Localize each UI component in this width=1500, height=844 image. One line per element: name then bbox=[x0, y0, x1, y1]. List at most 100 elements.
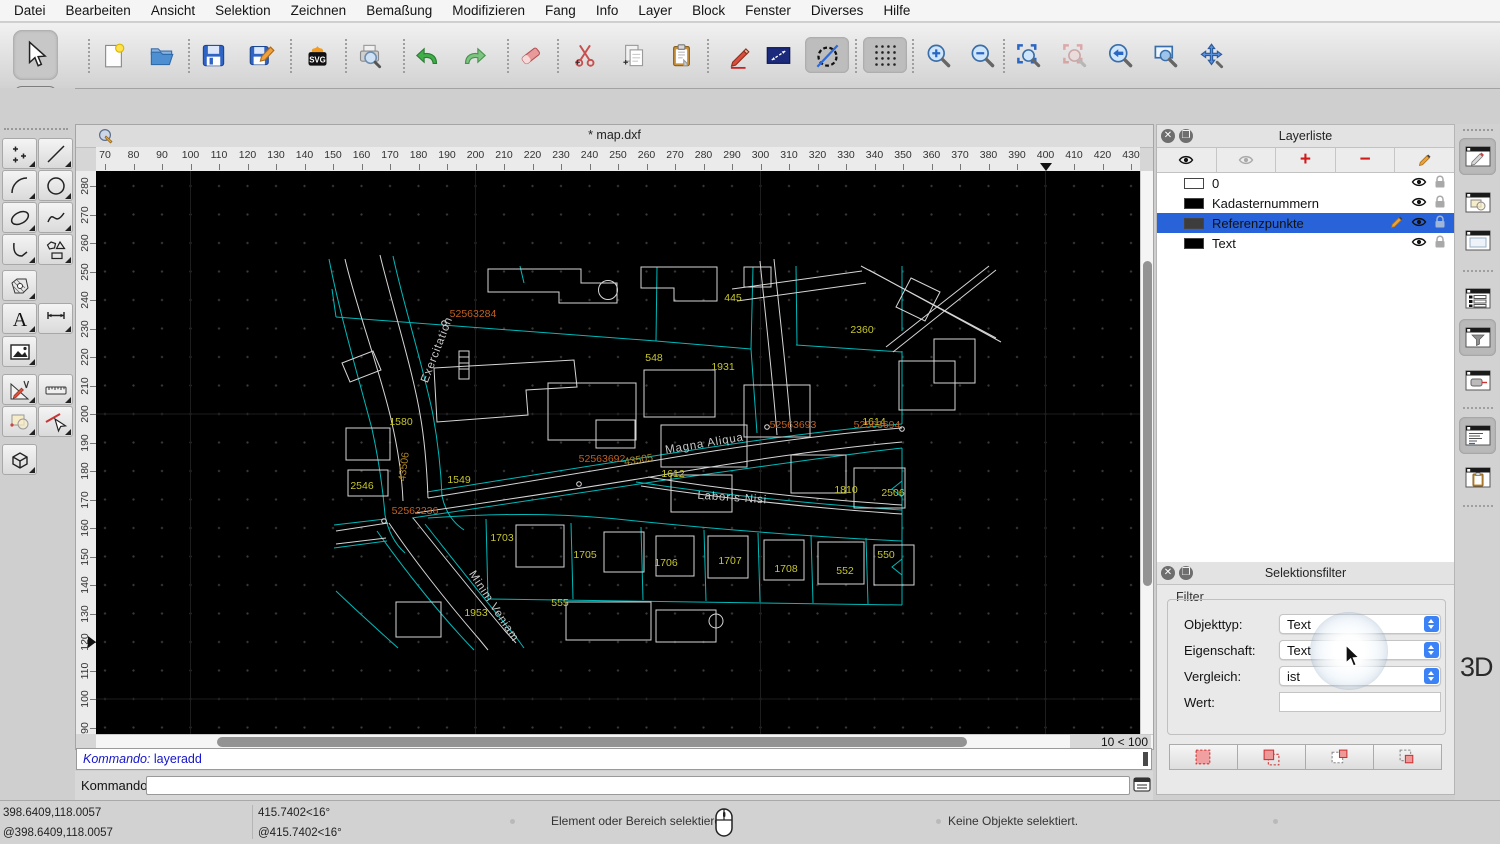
print-preview-button[interactable] bbox=[352, 37, 386, 73]
remove-layer-button[interactable]: − bbox=[1336, 148, 1396, 172]
block-tools-button[interactable] bbox=[2, 406, 37, 437]
hscroll-thumb[interactable] bbox=[217, 737, 967, 747]
menu-fenster[interactable]: Fenster bbox=[735, 3, 801, 18]
svg-export-button[interactable]: SVG bbox=[300, 37, 334, 73]
undo-button[interactable] bbox=[410, 37, 444, 73]
hide-all-layers-button[interactable] bbox=[1217, 148, 1277, 172]
insert-image-button[interactable] bbox=[2, 336, 37, 367]
canvas-vertical-scrollbar[interactable] bbox=[1140, 171, 1153, 734]
dock-library-browser-button[interactable] bbox=[1459, 222, 1496, 259]
layer-edit-pencil-icon[interactable] bbox=[1390, 215, 1404, 232]
dock-cam-tools-button[interactable] bbox=[1459, 362, 1496, 399]
draw-polyline-button[interactable] bbox=[2, 234, 37, 265]
canvas-horizontal-scrollbar[interactable]: 10 < 100 bbox=[96, 734, 1153, 750]
menu-modifizieren[interactable]: Modifizieren bbox=[442, 3, 535, 18]
cut-button[interactable] bbox=[568, 37, 602, 73]
layer-lock-icon[interactable] bbox=[1434, 215, 1446, 232]
grid-toggle-button[interactable] bbox=[863, 37, 907, 73]
select-tools-button[interactable] bbox=[38, 406, 73, 437]
stepper-icon[interactable] bbox=[1424, 668, 1439, 684]
save-as-button[interactable] bbox=[244, 37, 278, 73]
remove-from-selection-button[interactable] bbox=[1305, 744, 1374, 770]
menu-bearbeiten[interactable]: Bearbeiten bbox=[56, 3, 141, 18]
menu-block[interactable]: Block bbox=[682, 3, 735, 18]
layer-lock-icon[interactable] bbox=[1434, 175, 1446, 192]
drawing-window-titlebar[interactable]: * map.dxf bbox=[76, 125, 1153, 148]
menu-bema-ung[interactable]: Bemaßung bbox=[356, 3, 442, 18]
draw-dimension-button[interactable] bbox=[38, 303, 73, 334]
keyboard-icon[interactable] bbox=[1133, 776, 1151, 794]
layer-lock-icon[interactable] bbox=[1434, 195, 1446, 212]
paste-button[interactable] bbox=[664, 37, 698, 73]
pencil-edit-button[interactable] bbox=[723, 37, 757, 73]
modify-tools-button[interactable] bbox=[2, 374, 37, 405]
draw-spline-button[interactable] bbox=[38, 202, 73, 233]
add-to-selection-button[interactable] bbox=[1237, 744, 1306, 770]
dock-layer-list-button[interactable] bbox=[1459, 280, 1496, 317]
menu-hilfe[interactable]: Hilfe bbox=[873, 3, 920, 18]
menu-fang[interactable]: Fang bbox=[535, 3, 586, 18]
stepper-icon[interactable] bbox=[1424, 616, 1439, 632]
layer-row-0[interactable]: 0 bbox=[1157, 173, 1454, 193]
menu-ansicht[interactable]: Ansicht bbox=[141, 3, 205, 18]
zoom-in-button[interactable] bbox=[921, 37, 955, 73]
zoom-window-button[interactable] bbox=[1148, 37, 1182, 73]
dock-block-list-button[interactable] bbox=[1459, 184, 1496, 221]
copy-button[interactable] bbox=[616, 37, 650, 73]
draw-arc-button[interactable] bbox=[2, 170, 37, 201]
dock-drag-handle[interactable] bbox=[1463, 129, 1493, 131]
layer-visibility-eye-icon[interactable] bbox=[1411, 196, 1427, 211]
dock-selection-filter-button[interactable] bbox=[1459, 319, 1496, 356]
layer-visibility-eye-icon[interactable] bbox=[1411, 216, 1427, 231]
drawing-canvas[interactable]: 445 2360 548 1931 1614 1580 2546 1549 1612 1810 25… bbox=[96, 171, 1140, 734]
view-3d-button[interactable] bbox=[2, 444, 37, 475]
dock-clipboard-button[interactable] bbox=[1459, 459, 1496, 496]
draw-text-button[interactable]: A bbox=[2, 303, 37, 334]
draw-point-button[interactable] bbox=[2, 138, 37, 169]
selection-arrow-button[interactable] bbox=[13, 30, 58, 80]
draw-shape-button[interactable] bbox=[38, 234, 73, 265]
zoom-auto-button[interactable] bbox=[1011, 37, 1045, 73]
draw-ellipse-button[interactable] bbox=[2, 202, 37, 233]
layer-row-text[interactable]: Text bbox=[1157, 233, 1454, 253]
edit-layer-button[interactable] bbox=[1395, 148, 1454, 172]
open-file-button[interactable] bbox=[144, 37, 178, 73]
filter-select-vergleich[interactable]: ist bbox=[1279, 666, 1441, 686]
zoom-previous-button[interactable] bbox=[1103, 37, 1137, 73]
measure-tools-button[interactable] bbox=[38, 374, 73, 405]
zoom-pan-button[interactable] bbox=[1194, 37, 1228, 73]
menu-datei[interactable]: Datei bbox=[14, 3, 56, 18]
stepper-icon[interactable] bbox=[1424, 642, 1439, 658]
palette-drag-handle[interactable] bbox=[4, 128, 68, 130]
draw-circle-button[interactable] bbox=[38, 170, 73, 201]
layer-row-referenzpunkte[interactable]: Referenzpunkte bbox=[1157, 213, 1454, 233]
dock-property-editor-button[interactable] bbox=[1459, 138, 1496, 175]
select-matching-button[interactable] bbox=[1169, 744, 1238, 770]
redo-button[interactable] bbox=[457, 37, 491, 73]
layer-row-kadasternummern[interactable]: Kadasternummern bbox=[1157, 193, 1454, 213]
menu-info[interactable]: Info bbox=[586, 3, 629, 18]
command-input[interactable] bbox=[146, 776, 1130, 795]
dock-command-line-button[interactable] bbox=[1459, 417, 1496, 454]
new-file-button[interactable] bbox=[96, 37, 130, 73]
draw-hatch-button[interactable] bbox=[2, 270, 37, 301]
delete-eraser-button[interactable] bbox=[513, 37, 547, 73]
zoom-out-button[interactable] bbox=[965, 37, 999, 73]
vscroll-thumb[interactable] bbox=[1143, 261, 1152, 586]
command-history-scrollbar[interactable] bbox=[1143, 752, 1148, 766]
layer-lock-icon[interactable] bbox=[1434, 235, 1446, 252]
save-button[interactable] bbox=[196, 37, 230, 73]
menu-diverses[interactable]: Diverses bbox=[801, 3, 874, 18]
show-all-layers-button[interactable] bbox=[1157, 148, 1217, 172]
dimension-preview-button[interactable] bbox=[761, 37, 795, 73]
filter-input-wert[interactable] bbox=[1279, 692, 1441, 712]
intersect-selection-button[interactable] bbox=[1373, 744, 1442, 770]
construction-lines-button[interactable] bbox=[805, 37, 849, 73]
layer-visibility-eye-icon[interactable] bbox=[1411, 236, 1427, 251]
filter-select-objekttyp[interactable]: Text bbox=[1279, 614, 1441, 634]
draw-line-button[interactable] bbox=[38, 138, 73, 169]
layer-visibility-eye-icon[interactable] bbox=[1411, 176, 1427, 191]
menu-zeichnen[interactable]: Zeichnen bbox=[281, 3, 357, 18]
add-layer-button[interactable]: + bbox=[1276, 148, 1336, 172]
menu-selektion[interactable]: Selektion bbox=[205, 3, 281, 18]
